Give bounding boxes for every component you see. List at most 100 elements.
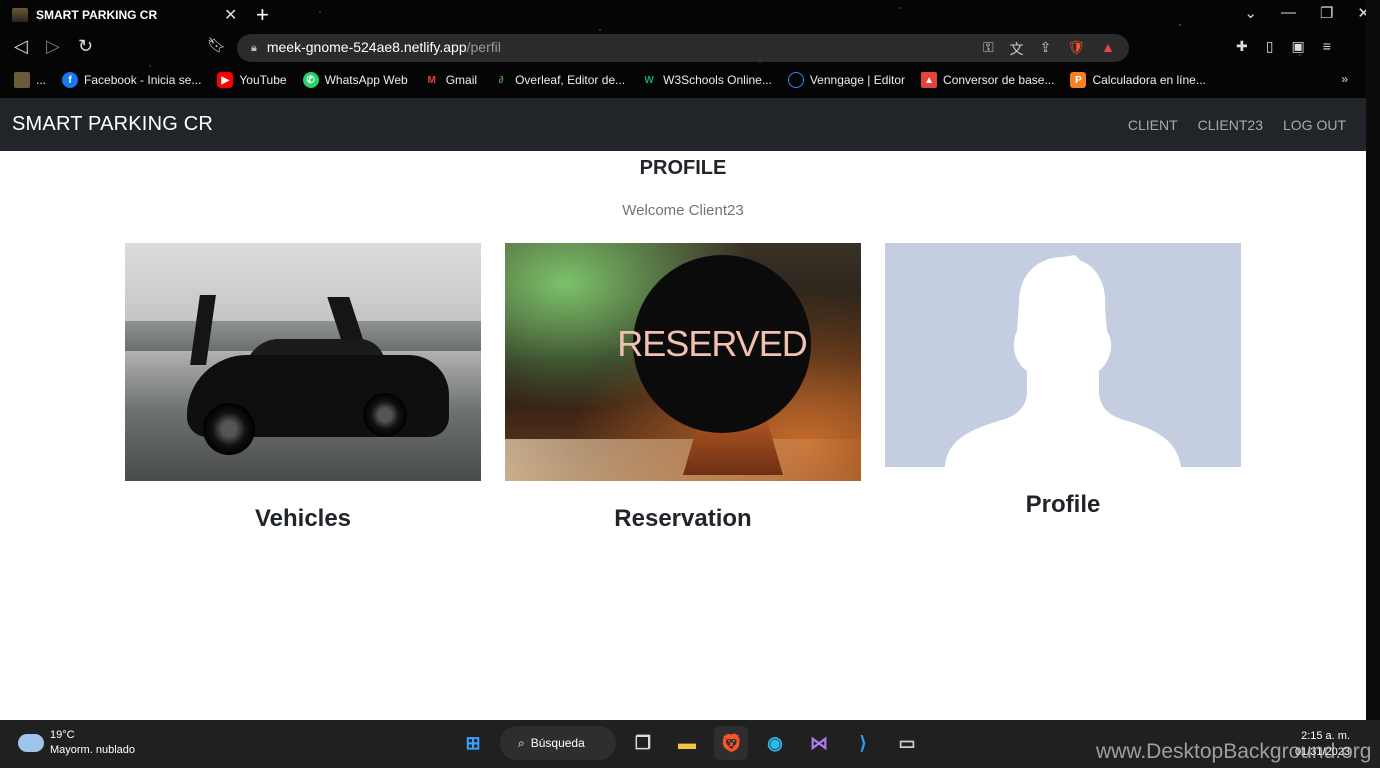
watermark: www.DesktopBackground.org bbox=[1096, 740, 1372, 763]
task-view-icon[interactable]: ❐ bbox=[626, 726, 660, 760]
active-tab[interactable]: SMART PARKING CR bbox=[0, 0, 250, 30]
reserved-sign: RESERVED bbox=[617, 255, 811, 433]
lock-icon: 🔒︎ bbox=[251, 41, 257, 54]
bookmark-item[interactable]: ▶ YouTube bbox=[217, 72, 287, 88]
reload-icon[interactable]: ↻ bbox=[78, 36, 93, 57]
app-brand[interactable]: SMART PARKING CR bbox=[12, 113, 213, 136]
start-icon[interactable]: ⊞ bbox=[456, 726, 490, 760]
profile-card[interactable]: Profile bbox=[885, 243, 1241, 519]
window-controls: ⌄ — ❐ ✕ bbox=[1244, 4, 1370, 22]
taskbar-apps: ⊞ ⌕ Búsqueda ❐ ▬ 🦁︎ ◉ ⋈ ⟩ ▭ bbox=[456, 726, 924, 760]
w3schools-icon: W bbox=[644, 74, 654, 86]
terminal-icon[interactable]: ▭ bbox=[890, 726, 924, 760]
bookmark-label: Venngage | Editor bbox=[809, 73, 906, 87]
brave-rewards-icon[interactable]: ▲ bbox=[1101, 39, 1115, 59]
browser-tab-bar: SMART PARKING CR ✕ + ⌄ — ❐ ✕ bbox=[0, 0, 1380, 30]
bookmark-item[interactable]: f Facebook - Inicia se... bbox=[62, 72, 201, 88]
share-icon[interactable]: ⇪ bbox=[1040, 39, 1052, 59]
wallet-icon[interactable]: ▣ bbox=[1291, 38, 1304, 55]
folder-icon bbox=[14, 72, 30, 88]
nav-logout[interactable]: LOG OUT bbox=[1283, 117, 1346, 133]
edge-icon[interactable]: ◉ bbox=[758, 726, 792, 760]
car-wheel-shape bbox=[203, 403, 255, 455]
bookmarks-bar: ... f Facebook - Inicia se... ▶ YouTube … bbox=[0, 66, 1366, 94]
tab-title: SMART PARKING CR bbox=[36, 8, 158, 22]
menu-icon[interactable]: ≡ bbox=[1323, 38, 1331, 55]
visual-studio-icon[interactable]: ⋈ bbox=[802, 726, 836, 760]
reservation-label[interactable]: Reservation bbox=[505, 505, 861, 533]
bookmark-label: Facebook - Inicia se... bbox=[84, 73, 202, 87]
welcome-message: Welcome Client23 bbox=[622, 202, 744, 219]
reservation-card[interactable]: RESERVED Reservation bbox=[505, 243, 861, 533]
bookmark-item[interactable]: W W3Schools Online... bbox=[641, 72, 772, 88]
tab-close-icon[interactable]: ✕ bbox=[224, 5, 237, 25]
nav-client23[interactable]: CLIENT23 bbox=[1198, 117, 1263, 133]
profile-label[interactable]: Profile bbox=[885, 491, 1241, 519]
bookmark-item[interactable]: P Calculadora en líne... bbox=[1070, 72, 1206, 88]
bookmark-label: Overleaf, Editor de... bbox=[515, 73, 626, 87]
address-bar[interactable]: 🔒︎ meek-gnome-524ae8.netlify.app/perfil … bbox=[237, 34, 1129, 62]
bookmark-icon[interactable]: 🔖︎ bbox=[207, 36, 226, 54]
url-host: meek-gnome-524ae8.netlify.app bbox=[266, 39, 467, 55]
gmail-icon: M bbox=[427, 74, 436, 86]
youtube-icon: ▶ bbox=[217, 72, 234, 88]
extensions-icon[interactable]: ✚ bbox=[1236, 38, 1248, 55]
page-title: PROFILE bbox=[639, 157, 727, 179]
bookmark-item[interactable]: ▲ Conversor de base... bbox=[921, 72, 1054, 88]
nav-links: CLIENT CLIENT23 LOG OUT bbox=[1128, 117, 1346, 133]
tab-favicon-icon bbox=[12, 8, 28, 22]
forward-icon[interactable]: ▷ bbox=[46, 36, 60, 57]
new-tab-icon[interactable]: + bbox=[256, 2, 269, 28]
bookmarks-overflow-icon[interactable]: » bbox=[1341, 72, 1348, 86]
bookmark-label: WhatsApp Web bbox=[324, 73, 408, 87]
bookmark-label: Calculadora en líne... bbox=[1092, 73, 1206, 87]
sidebar-icon[interactable]: ▯ bbox=[1266, 38, 1274, 55]
bookmark-item[interactable]: M Gmail bbox=[424, 72, 478, 88]
user-silhouette-icon bbox=[945, 255, 1181, 467]
file-explorer-icon[interactable]: ▬ bbox=[670, 726, 704, 760]
extension-icons: ✚ ▯ ▣ ≡ bbox=[1236, 38, 1331, 55]
address-bar-icons: ⚿ 文 ⇪ 🛡︎ ▲ bbox=[983, 39, 1115, 59]
vscode-icon[interactable]: ⟩ bbox=[846, 726, 880, 760]
vehicles-label[interactable]: Vehicles bbox=[125, 505, 481, 533]
profile-image[interactable] bbox=[885, 243, 1241, 467]
bookmark-label: W3Schools Online... bbox=[663, 73, 772, 87]
vehicles-image[interactable] bbox=[125, 243, 481, 481]
car-wheel-shape bbox=[363, 393, 407, 437]
venngage-icon bbox=[787, 72, 804, 88]
search-icon: ⌕ bbox=[518, 735, 525, 750]
brave-browser-icon[interactable]: 🦁︎ bbox=[714, 726, 748, 760]
weather-condition: Mayorm. nublado bbox=[50, 744, 135, 756]
translate-icon[interactable]: 文 bbox=[1010, 39, 1024, 59]
nav-client[interactable]: CLIENT bbox=[1128, 117, 1178, 133]
browser-toolbar: ◁ ▷ ↻ 🔖︎ 🔒︎ meek-gnome-524ae8.netlify.ap… bbox=[0, 32, 1366, 64]
weather-text: 19°C Mayorm. nublado bbox=[50, 728, 135, 758]
restore-icon[interactable]: ❐ bbox=[1320, 4, 1333, 22]
calculadora-icon: P bbox=[1070, 72, 1087, 88]
page-viewport: SMART PARKING CR CLIENT CLIENT23 LOG OUT… bbox=[0, 98, 1366, 720]
overleaf-icon: ∂ bbox=[498, 74, 504, 86]
brave-shields-icon[interactable]: 🛡︎ bbox=[1067, 39, 1085, 59]
chevron-down-icon[interactable]: ⌄ bbox=[1244, 4, 1257, 22]
bookmark-item[interactable]: ... bbox=[14, 72, 46, 88]
profile-cards: Vehicles RESERVED Reservation Profile bbox=[125, 243, 1241, 543]
vehicles-card[interactable]: Vehicles bbox=[125, 243, 481, 533]
reservation-image[interactable]: RESERVED bbox=[505, 243, 861, 481]
taskbar-search[interactable]: ⌕ Búsqueda bbox=[500, 726, 616, 760]
reserved-sign-text: RESERVED bbox=[617, 323, 807, 364]
facebook-icon: f bbox=[62, 72, 79, 88]
app-navbar: SMART PARKING CR CLIENT CLIENT23 LOG OUT bbox=[0, 98, 1366, 151]
taskbar-search-label: Búsqueda bbox=[530, 736, 585, 750]
back-icon[interactable]: ◁ bbox=[14, 36, 28, 57]
bookmark-label: YouTube bbox=[239, 73, 287, 87]
conversor-icon: ▲ bbox=[921, 72, 938, 88]
key-icon[interactable]: ⚿ bbox=[983, 39, 994, 59]
bookmark-item[interactable]: ∂ Overleaf, Editor de... bbox=[493, 72, 626, 88]
url-path: /perfil bbox=[466, 39, 501, 55]
weather-widget[interactable]: 19°C Mayorm. nublado bbox=[18, 728, 135, 758]
temperature: 19°C bbox=[50, 729, 75, 741]
bookmark-item[interactable]: ✆ WhatsApp Web bbox=[302, 72, 408, 88]
background-terminal-strip bbox=[1366, 0, 1380, 720]
minimize-icon[interactable]: — bbox=[1281, 4, 1296, 22]
bookmark-item[interactable]: Venngage | Editor bbox=[787, 72, 906, 88]
